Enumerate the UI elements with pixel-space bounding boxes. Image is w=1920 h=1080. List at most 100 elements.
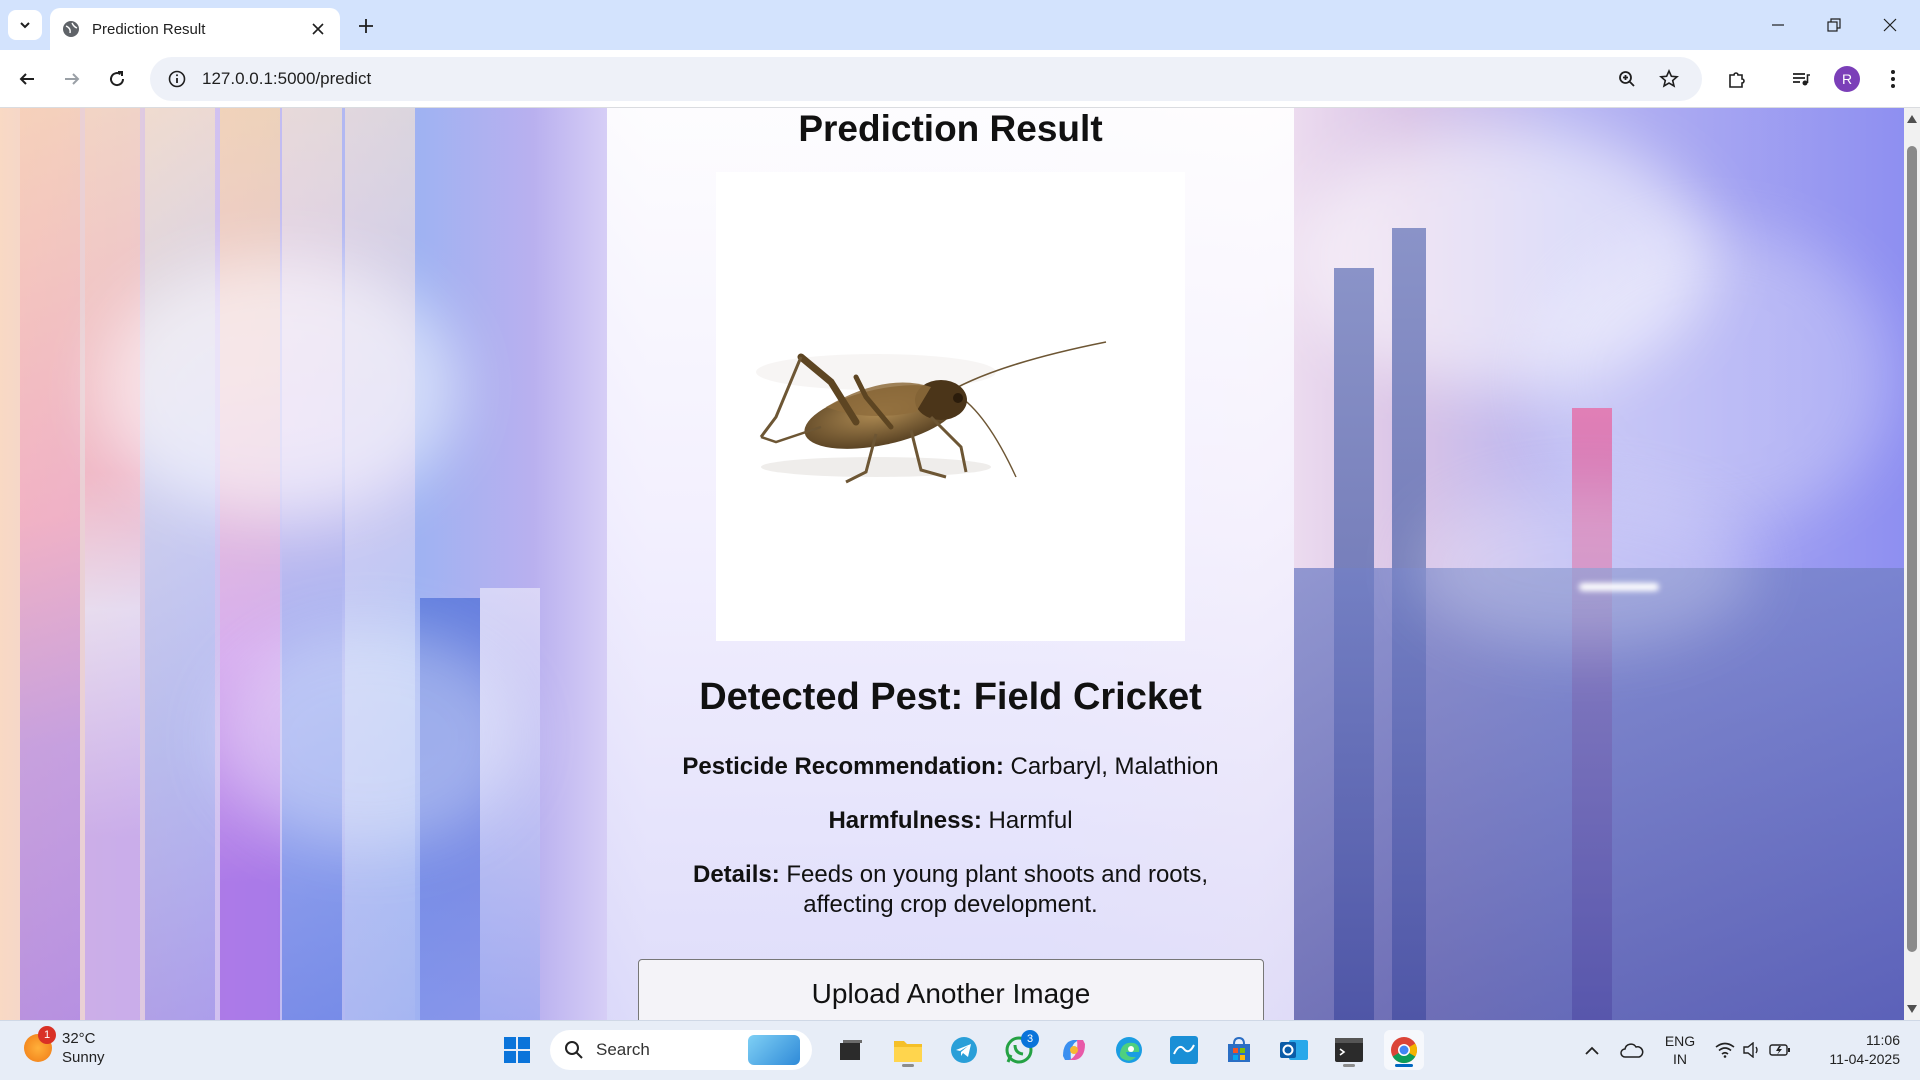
mysql-icon — [1170, 1036, 1198, 1064]
volume-icon — [1743, 1042, 1758, 1058]
whatsapp-button[interactable]: 3 — [999, 1030, 1039, 1070]
task-view-icon — [840, 1040, 862, 1060]
detected-pest-heading: Detected Pest: Field Cricket — [699, 676, 1202, 718]
weather-condition: Sunny — [62, 1049, 105, 1066]
clock-time: 11:06 — [1866, 1032, 1900, 1048]
outlook-button[interactable] — [1274, 1030, 1314, 1070]
clock-date: 11-04-2025 — [1829, 1051, 1900, 1067]
zoom-icon[interactable] — [1612, 64, 1642, 94]
pesticide-value: Carbaryl, Malathion — [1010, 753, 1219, 780]
minimize-icon — [1772, 24, 1784, 26]
folder-icon — [894, 1041, 922, 1062]
pesticide-recommendation: Pesticide Recommendation: Carbaryl, Mala… — [647, 752, 1254, 782]
new-tab-button[interactable] — [352, 12, 380, 40]
show-hidden-icons-button[interactable] — [1574, 1030, 1610, 1070]
tab-title: Prediction Result — [92, 20, 206, 38]
telegram-icon — [951, 1037, 977, 1063]
search-label: Search — [596, 1040, 650, 1059]
harmfulness-row: Harmfulness: Harmful — [647, 806, 1254, 836]
playlist-icon — [1793, 73, 1810, 86]
tab-search-button[interactable] — [8, 10, 42, 40]
chevron-up-icon — [1585, 1046, 1599, 1055]
arrow-left-icon — [19, 73, 34, 85]
industrial-background — [1294, 108, 1904, 1020]
profile-avatar[interactable]: R — [1834, 66, 1860, 92]
start-button[interactable] — [497, 1030, 537, 1070]
sun-icon: 1 — [24, 1026, 56, 1062]
puzzle-icon — [1729, 72, 1745, 88]
edge-button[interactable] — [1109, 1030, 1149, 1070]
tab-strip: Prediction Result — [0, 0, 1920, 50]
outlook-icon — [1280, 1040, 1308, 1060]
browser-toolbar: 127.0.0.1:5000/predict R — [0, 50, 1920, 108]
globe-icon — [63, 21, 79, 37]
restore-icon — [1827, 18, 1841, 32]
telegram-button[interactable] — [944, 1030, 984, 1070]
reload-button[interactable] — [100, 62, 134, 96]
cricket-illustration — [756, 341, 1107, 484]
extensions-button[interactable] — [1720, 62, 1754, 96]
edge-icon — [1116, 1037, 1142, 1063]
pesticide-label: Pesticide Recommendation: — [682, 753, 1004, 780]
forward-button[interactable] — [55, 62, 89, 96]
chrome-icon — [1391, 1037, 1418, 1064]
scroll-up-arrow-icon[interactable] — [1907, 114, 1917, 124]
harmfulness-label: Harmfulness: — [828, 807, 982, 834]
wifi-icon — [1715, 1042, 1735, 1058]
browser-menu-button[interactable] — [1876, 62, 1910, 96]
windows-taskbar: 1 32°C Sunny Search 3 ENG IN 11:06 11-04… — [0, 1020, 1920, 1080]
task-view-button[interactable] — [831, 1030, 871, 1070]
quick-settings-button[interactable] — [1708, 1030, 1798, 1070]
language-indicator[interactable]: ENG IN — [1656, 1032, 1704, 1068]
active-indicator — [1395, 1064, 1413, 1067]
details-label: Details: — [693, 861, 780, 888]
weather-widget[interactable]: 1 32°C Sunny — [24, 1026, 105, 1067]
restore-button[interactable] — [1806, 0, 1862, 50]
copilot-button[interactable] — [1054, 1030, 1094, 1070]
page-viewport: Prediction Result Detected Pest: Field C… — [0, 108, 1904, 1020]
kebab-menu-icon — [1891, 70, 1895, 88]
whatsapp-badge: 3 — [1021, 1030, 1039, 1048]
page-scrollbar[interactable] — [1904, 108, 1920, 1020]
region-code: IN — [1673, 1051, 1687, 1067]
site-info-icon[interactable] — [168, 70, 186, 88]
battery-charging-icon — [1769, 1044, 1790, 1056]
arrow-right-icon — [65, 73, 80, 85]
plus-icon — [359, 19, 373, 33]
minimize-button[interactable] — [1750, 0, 1806, 50]
scroll-thumb[interactable] — [1907, 146, 1917, 952]
cloud-icon — [1620, 1043, 1644, 1058]
background-decoration — [0, 108, 607, 1020]
result-card: Prediction Result Detected Pest: Field C… — [607, 108, 1294, 1020]
address-bar[interactable]: 127.0.0.1:5000/predict — [150, 57, 1702, 101]
search-highlight-icon — [748, 1035, 800, 1065]
system-clock[interactable]: 11:06 11-04-2025 — [1810, 1031, 1900, 1069]
bookmark-star-icon[interactable] — [1654, 64, 1684, 94]
upload-another-image-button[interactable]: Upload Another Image — [638, 959, 1264, 1020]
pest-image — [716, 172, 1185, 641]
taskbar-search[interactable]: Search — [550, 1030, 812, 1070]
tab-close-icon[interactable] — [308, 19, 328, 39]
chrome-button[interactable] — [1384, 1030, 1424, 1070]
terminal-button[interactable] — [1329, 1030, 1369, 1070]
details-row: Details: Feeds on young plant shoots and… — [647, 860, 1254, 920]
search-icon — [565, 1041, 583, 1059]
chevron-down-icon — [20, 22, 30, 29]
file-explorer-button[interactable] — [888, 1030, 928, 1070]
harmfulness-value: Harmful — [988, 807, 1073, 834]
close-window-button[interactable] — [1862, 0, 1918, 50]
store-icon — [1228, 1036, 1250, 1062]
weather-badge: 1 — [38, 1026, 56, 1044]
mysql-workbench-button[interactable] — [1164, 1030, 1204, 1070]
browser-tab[interactable]: Prediction Result — [50, 8, 340, 50]
back-button[interactable] — [10, 62, 44, 96]
onedrive-button[interactable] — [1614, 1030, 1650, 1070]
copilot-icon — [1063, 1040, 1085, 1060]
microsoft-store-button[interactable] — [1219, 1030, 1259, 1070]
media-control-button[interactable] — [1784, 62, 1818, 96]
terminal-icon — [1335, 1038, 1363, 1062]
page-title: Prediction Result — [798, 108, 1103, 149]
scroll-down-arrow-icon[interactable] — [1907, 1004, 1917, 1014]
url-text[interactable]: 127.0.0.1:5000/predict — [202, 69, 1600, 89]
profile-initial: R — [1841, 71, 1853, 87]
